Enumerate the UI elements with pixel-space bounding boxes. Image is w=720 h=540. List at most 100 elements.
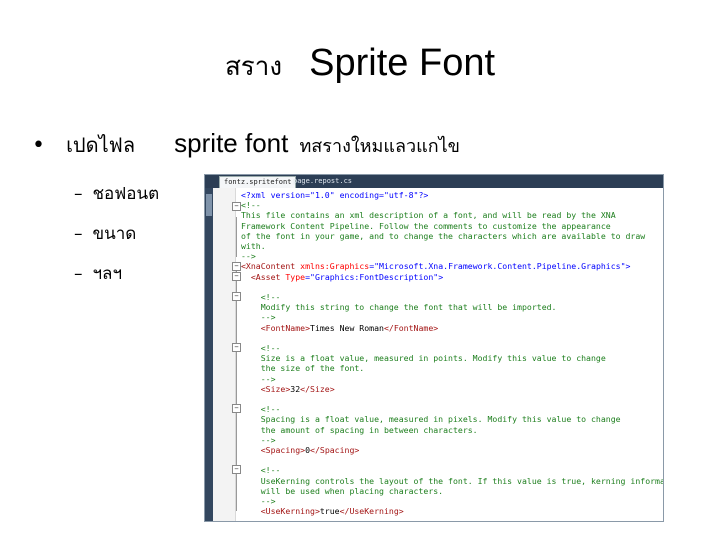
code-line: --> [241,434,663,445]
comment-open: <!-- [260,343,281,354]
xna-content-tag: <XnaContent [241,261,296,272]
asset-tag: <Asset [250,271,281,282]
comment-text: of the font in your game, and to change … [241,230,646,241]
code-line: UseKerning controls the layout of the fo… [241,475,664,486]
code-line: <FontName>Times New Roman</FontName> [241,322,663,333]
spacing-open-tag: <Spacing> [260,445,306,456]
code-line: <XnaContent xmlns:Graphics="Microsoft.Xn… [241,261,663,272]
sub-item-font-name: – ชอฟอนต [74,180,159,207]
comment-text: with. [241,241,266,252]
tag-close: > [625,261,631,272]
sub-item-label: ขนาด [92,224,137,244]
fold-toggle-icon[interactable]: − [232,343,241,352]
dash: – [74,224,83,244]
fontname-close-tag: </FontName> [383,322,439,333]
code-line: --> [241,373,663,384]
code-line: of the font in your game, and to change … [241,230,663,241]
fold-guide [236,217,237,257]
code-line: Modify this string to change the font th… [241,302,663,313]
dash: – [74,264,83,284]
fontname-open-tag: <FontName> [260,322,311,333]
spacing-close-tag: </Spacing> [310,445,360,456]
bullet-dot: • [32,133,45,158]
fold-toggle-icon[interactable]: − [232,292,241,301]
comment-close: --> [260,434,276,445]
comment-open: <!-- [241,200,261,211]
comment-text: will be used when placing characters. [260,485,444,496]
code-line: <!-- [241,404,663,415]
size-close-tag: </Size> [300,383,335,394]
comment-close: --> [260,312,276,323]
comment-text: This file contains an xml description of… [241,210,616,221]
sub-item-label: ชอฟอนต [92,184,160,204]
code-line: This file contains an xml description of… [241,210,663,221]
comment-close: --> [260,496,276,507]
change-mark [206,194,212,216]
code-line: --> [241,312,663,323]
code-line: <UseKerning>true</UseKerning> [241,506,663,517]
tag-close: > [438,271,444,282]
dash: – [74,184,83,204]
comment-text: Size is a float value, measured in point… [260,353,606,364]
code-line: --> [241,496,663,507]
editor-tab-bar: fontz.spritefont page.repost.cs [205,175,663,188]
sub-item-label: ฯลฯ [92,264,123,284]
slide-title-thai: สราง [224,52,283,82]
fold-toggle-icon[interactable]: − [232,404,241,413]
xml-declaration: <?xml version="1.0" encoding="utf-8"?> [241,190,429,200]
comment-close: --> [260,373,276,384]
type-value: "Graphics:FontDescription" [310,271,439,282]
code-line: the size of the font. [241,363,663,374]
size-open-tag: <Size> [260,383,291,394]
tab-spritefont[interactable]: fontz.spritefont [219,176,297,188]
bullet-item: • เปดไฟล sprite font ทสรางใหมแลวแกไข [32,128,460,161]
comment-text: the size of the font. [260,363,365,374]
code-line: <Size>32</Size> [241,383,663,394]
comment-text: the amount of spacing in between charact… [260,424,478,435]
fold-toggle-icon[interactable]: − [232,202,241,211]
fontname-value: Times New Roman [310,322,384,333]
fold-toggle-icon[interactable]: − [232,465,241,474]
usekerning-value: true [319,506,340,517]
code-line: <!-- [241,200,663,211]
code-line: will be used when placing characters. [241,485,663,496]
code-line: Spacing is a float value, measured in pi… [241,414,663,425]
code-line: --> [241,251,663,262]
comment-open: <!-- [260,292,281,303]
sub-item-size: – ขนาด [74,220,136,247]
code-line: <!-- [241,343,663,354]
code-line: <Spacing>0</Spacing> [241,445,663,456]
tab-other-file[interactable]: page.repost.cs [289,176,356,187]
comment-close: --> [241,251,256,262]
sub-item-etc: – ฯลฯ [74,260,122,287]
code-text[interactable]: <?xml version="1.0" encoding="utf-8"?> <!… [241,190,664,517]
comment-open: <!-- [260,465,281,476]
code-line: <!-- [241,465,663,476]
code-line: <Asset Type="Graphics:FontDescription"> [241,271,663,282]
slide-title-english: Sprite Font [309,42,496,84]
comment-open: <!-- [260,404,281,415]
slide-title: สราง Sprite Font [0,42,720,87]
comment-text: Modify this string to change the font th… [260,302,557,313]
fold-toggle-icon[interactable]: − [232,262,241,271]
usekerning-close-tag: </UseKerning> [339,506,404,517]
code-line: <!-- [241,292,663,303]
usekerning-open-tag: <UseKerning> [260,506,320,517]
code-line: Size is a float value, measured in point… [241,353,663,364]
xmlns-value: "Microsoft.Xna.Framework.Content.Pipelin… [374,261,626,272]
code-editor-screenshot: fontz.spritefont page.repost.cs − − − − … [204,174,664,522]
code-line: the amount of spacing in between charact… [241,424,663,435]
code-line: <?xml version="1.0" encoding="utf-8"?> [241,190,663,200]
comment-text: UseKerning controls the layout of the fo… [260,475,664,486]
comment-text: Spacing is a float value, measured in pi… [260,414,621,425]
code-line: with. [241,241,663,252]
comment-text: Framework Content Pipeline. Follow the c… [241,220,611,231]
fold-toggle-icon[interactable]: − [232,272,241,281]
bullet-text-sprite-font: sprite font [174,128,289,158]
code-line: Framework Content Pipeline. Follow the c… [241,220,663,231]
size-value: 32 [290,383,301,394]
fold-guide [236,271,237,511]
